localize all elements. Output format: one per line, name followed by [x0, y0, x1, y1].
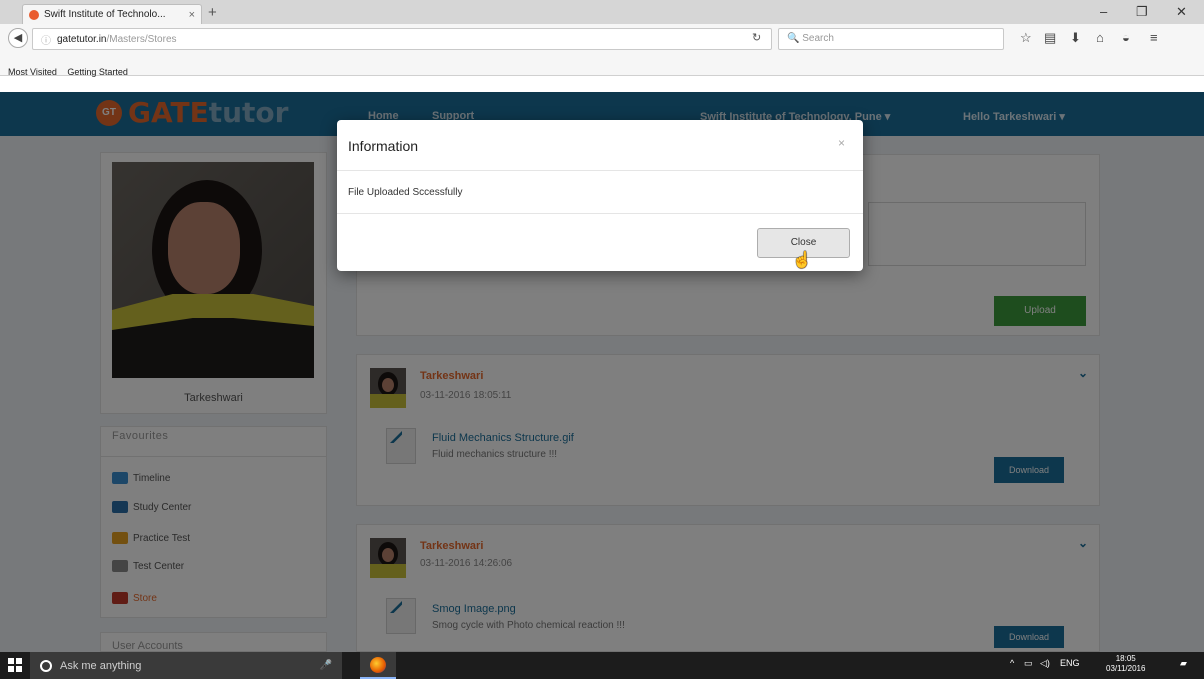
bookmarks-toolbar: Most Visited Getting Started	[0, 52, 1204, 77]
modal-close-icon[interactable]: ×	[838, 136, 845, 150]
hand-cursor-icon: ☝	[792, 252, 812, 269]
volume-icon[interactable]: ◁)	[1040, 658, 1050, 669]
firefox-taskbar-icon[interactable]	[360, 652, 396, 679]
address-bar[interactable]: ⓘ gatetutor.in /Masters/Stores	[32, 28, 772, 50]
bookmark-star-icon[interactable]: ☆	[1020, 30, 1032, 46]
site-favicon-icon	[29, 9, 39, 20]
divider	[337, 213, 863, 214]
clock-date: 03/11/2016	[1106, 664, 1146, 673]
url-path: /Masters/Stores	[106, 33, 177, 45]
notifications-icon[interactable]: ▰	[1180, 658, 1187, 669]
clock-time: 18:05	[1115, 654, 1136, 663]
cortana-icon	[40, 659, 52, 672]
reading-list-icon[interactable]: ▤	[1044, 30, 1056, 46]
windows-start-icon[interactable]	[8, 658, 22, 672]
microphone-icon[interactable]: 🎤	[320, 660, 332, 671]
restore-icon[interactable]: ❐	[1136, 4, 1148, 20]
language-indicator[interactable]: ENG	[1060, 658, 1080, 668]
window-close-icon[interactable]: ✕	[1176, 4, 1187, 20]
modal-title: Information	[348, 138, 419, 154]
hamburger-menu-icon[interactable]: ≡	[1150, 30, 1158, 45]
tray-chevron-icon[interactable]: ^	[1010, 658, 1014, 668]
browser-search-input[interactable]: 🔍 Search	[778, 28, 1004, 50]
cortana-placeholder: Ask me anything	[60, 659, 142, 672]
system-clock[interactable]: 18:05 03/11/2016	[1106, 654, 1145, 674]
divider	[337, 170, 863, 171]
pocket-icon[interactable]: ◒	[1122, 30, 1130, 45]
home-icon[interactable]: ⌂	[1096, 30, 1104, 45]
new-tab-button[interactable]: +	[208, 4, 217, 21]
reload-icon[interactable]: ↻	[752, 31, 761, 44]
download-icon[interactable]: ⬇	[1070, 30, 1081, 46]
browser-tab-title: Swift Institute of Technolo...	[44, 9, 166, 20]
modal-message: File Uploaded Sccessfully	[348, 187, 463, 198]
cortana-search-input[interactable]: Ask me anything 🎤	[30, 652, 342, 679]
tab-close-icon[interactable]: ×	[189, 9, 195, 21]
url-host: gatetutor.in	[57, 33, 107, 45]
minimize-icon[interactable]: –	[1100, 4, 1107, 19]
search-placeholder: Search	[802, 33, 834, 44]
info-icon: ⓘ	[41, 35, 51, 47]
back-arrow-icon[interactable]: ◀	[8, 28, 28, 48]
network-icon[interactable]: ▭	[1024, 658, 1033, 669]
bookmark-getting-started[interactable]: Getting Started	[67, 67, 128, 77]
bookmark-most-visited[interactable]: Most Visited	[8, 67, 57, 77]
browser-tab[interactable]: Swift Institute of Technolo... ×	[22, 4, 202, 24]
